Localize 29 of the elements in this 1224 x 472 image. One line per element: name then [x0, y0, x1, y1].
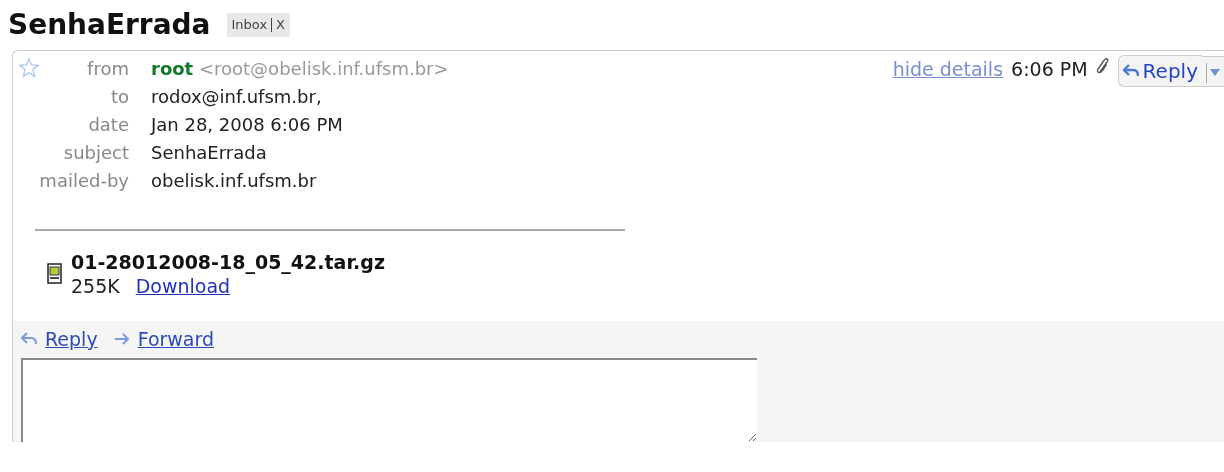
header-value: rodox@inf.ufsm.br,	[151, 85, 322, 109]
attachment-size: 255K	[71, 274, 120, 299]
reply-field[interactable]	[21, 357, 757, 442]
header-label: to	[109, 85, 129, 109]
header-label: from	[86, 57, 129, 81]
forward-icon	[113, 333, 130, 346]
caret-icon	[1210, 69, 1220, 77]
remove-label-button[interactable]: X	[276, 15, 285, 35]
header-value: Jan 28, 2008 6:06 PM	[151, 113, 343, 137]
star-icon[interactable]	[19, 58, 39, 78]
header-label: date	[87, 113, 129, 137]
file-icon	[47, 263, 63, 285]
forward-link[interactable]: Forward	[137, 325, 215, 354]
inbox-label: Inbox X	[226, 13, 290, 37]
header-label: mailed-by	[39, 169, 129, 193]
header-value: obelisk.inf.ufsm.br	[151, 169, 317, 193]
reply-icon	[1122, 64, 1139, 78]
header-value: SenhaErrada	[151, 141, 267, 165]
sender-address: <root@obelisk.inf.ufsm.br>	[198, 58, 449, 79]
message-subject: SenhaErrada	[8, 7, 211, 43]
reply-link[interactable]: Reply	[45, 325, 98, 354]
header-label: subject	[62, 141, 129, 165]
download-link[interactable]: Download	[135, 273, 231, 299]
reply-button[interactable]: Reply	[1117, 55, 1202, 87]
message-time: 6:06 PM	[1011, 57, 1088, 82]
reply-icon	[21, 332, 37, 347]
reply-menu-button[interactable]	[1202, 55, 1224, 87]
sender-name: root	[151, 58, 194, 79]
attachment-filename: 01-28012008-18_05_42.tar.gz	[71, 251, 385, 273]
